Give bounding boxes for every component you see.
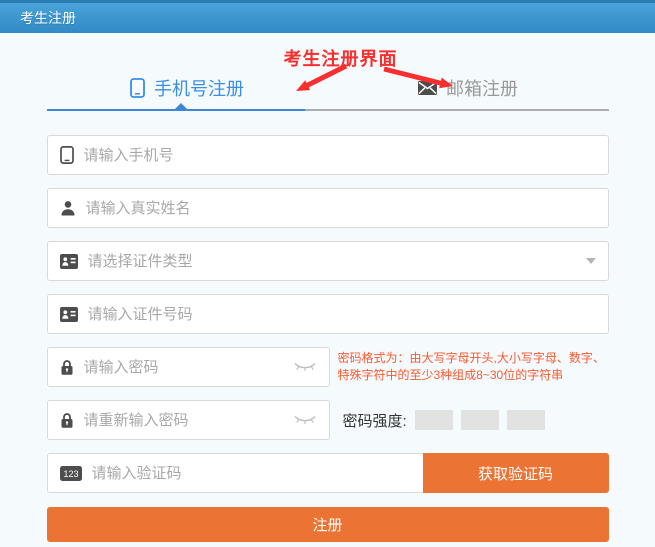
id-card-icon (60, 254, 78, 269)
eye-closed-icon[interactable] (293, 414, 317, 426)
id-number-input[interactable] (88, 306, 596, 323)
register-tabs: 手机号注册 邮箱注册 (47, 75, 609, 101)
registration-panel: 考生注册界面 手机号注册 邮箱注册 (47, 33, 609, 542)
password-format-hint: 密码格式为：由大写字母开头,大小写字母、数字、特殊字符中的至少3种组成8~30位… (338, 350, 609, 385)
tab-mobile-register[interactable]: 手机号注册 (47, 75, 328, 101)
phone-icon (60, 146, 74, 164)
titlebar: 考生注册 (0, 0, 655, 33)
email-icon (418, 81, 437, 95)
captcha-field: 123 (47, 453, 424, 493)
strength-box-3 (507, 410, 545, 430)
tab-mobile-label: 手机号注册 (154, 75, 244, 101)
active-tab-pointer (175, 103, 187, 109)
password-input[interactable] (84, 359, 283, 376)
strength-box-2 (461, 410, 499, 430)
password-confirm-field (47, 400, 330, 440)
id-card-icon (60, 307, 78, 322)
phone-field (47, 135, 609, 175)
register-button[interactable]: 注册 (47, 507, 609, 542)
real-name-input[interactable] (86, 200, 596, 217)
captcha-123-icon: 123 (60, 466, 82, 481)
lock-icon (60, 359, 74, 376)
tab-email-register[interactable]: 邮箱注册 (328, 75, 609, 101)
captcha-input[interactable] (92, 465, 411, 482)
get-code-button[interactable]: 获取验证码 (423, 453, 609, 493)
id-type-select[interactable] (88, 253, 576, 270)
id-number-field (47, 294, 609, 334)
active-tab-underline (47, 109, 306, 111)
password-strength-label: 密码强度: (343, 410, 407, 431)
phone-input[interactable] (84, 147, 596, 164)
password-strength-meter: 密码强度: (343, 410, 545, 431)
id-type-field[interactable] (47, 241, 609, 281)
user-icon (60, 200, 76, 216)
mobile-phone-icon (130, 78, 145, 98)
password-confirm-input[interactable] (84, 412, 283, 429)
annotation-label: 考生注册界面 (284, 45, 398, 71)
lock-icon (60, 412, 74, 429)
eye-closed-icon[interactable] (293, 361, 317, 373)
password-field (47, 347, 330, 387)
name-field (47, 188, 609, 228)
chevron-down-icon[interactable] (586, 258, 596, 264)
svg-text:123: 123 (63, 469, 78, 479)
tab-email-label: 邮箱注册 (446, 75, 518, 101)
inactive-tab-underline (305, 109, 608, 111)
strength-box-1 (415, 410, 453, 430)
tab-underline (47, 109, 609, 111)
page-title: 考生注册 (20, 10, 76, 26)
